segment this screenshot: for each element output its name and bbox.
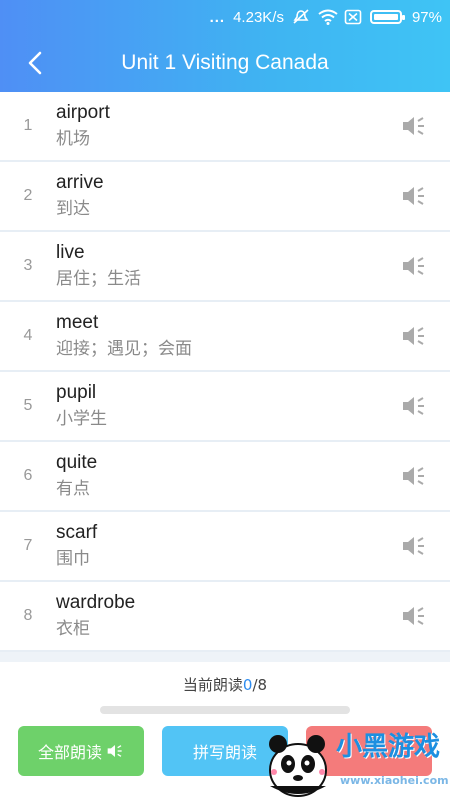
speaker-icon [403, 537, 424, 555]
word-chinese: 小学生 [56, 409, 107, 429]
word-index: 7 [23, 537, 33, 554]
word-english: arrive [56, 172, 104, 193]
speaker-button[interactable] [386, 456, 442, 496]
mute-icon [292, 9, 310, 25]
word-row[interactable]: 3 live 居住；生活 [0, 232, 450, 302]
read-all-button[interactable]: 全部朗读 [18, 726, 144, 776]
word-text: arrive 到达 [56, 170, 386, 222]
word-text: airport 机场 [56, 100, 386, 152]
word-index: 5 [23, 397, 33, 414]
wifi-icon [318, 9, 338, 25]
chevron-left-icon [28, 51, 42, 75]
speaker-icon [403, 607, 424, 625]
network-speed: 4.23K/s [233, 8, 284, 26]
word-text: wardrobe 衣柜 [56, 590, 386, 642]
word-index: 4 [23, 327, 33, 344]
page-title: Unit 1 Visiting Canada [121, 51, 329, 74]
speaker-icon [403, 257, 424, 275]
spell-read-label: 拼写朗读 [192, 743, 257, 762]
battery-icon [369, 10, 405, 24]
word-index: 8 [23, 607, 33, 624]
reading-progress-text: 当前朗读0/8 [0, 674, 450, 695]
word-english: wardrobe [56, 592, 136, 613]
back-button[interactable] [18, 46, 52, 80]
word-row[interactable]: 4 meet 迎接；遇见；会面 [0, 302, 450, 372]
word-text: live 居住；生活 [56, 240, 386, 292]
footer: 当前朗读0/8 全部朗读 拼写朗读 小黑游戏 www.xiaohei.com [0, 662, 450, 800]
word-row[interactable]: 6 quite 有点 [0, 442, 450, 512]
status-bar: ... 4.23K/s 97% [0, 0, 450, 34]
speaker-icon [107, 745, 122, 757]
word-index: 6 [23, 467, 33, 484]
speaker-icon [403, 187, 424, 205]
speaker-icon [403, 397, 424, 415]
nav-bar: Unit 1 Visiting Canada [0, 34, 450, 92]
watermark-brand: 小黑游戏 [336, 732, 441, 762]
progress-total: 8 [257, 676, 268, 694]
speaker-button[interactable] [386, 176, 442, 216]
watermark-url: www.xiaohei.com [340, 774, 449, 787]
word-english: scarf [56, 522, 98, 543]
speaker-icon [403, 327, 424, 345]
sim-disabled-icon [344, 9, 362, 25]
word-text: quite 有点 [56, 450, 386, 502]
word-chinese: 衣柜 [56, 619, 90, 639]
word-english: quite [56, 452, 98, 473]
read-all-label: 全部朗读 [37, 743, 102, 762]
battery-percent: 97% [411, 8, 442, 26]
speaker-button[interactable] [386, 246, 442, 286]
progress-prefix: 当前朗读 [182, 676, 243, 694]
word-english: meet [56, 312, 99, 333]
word-row[interactable]: 2 arrive 到达 [0, 162, 450, 232]
word-chinese: 有点 [56, 479, 90, 499]
word-list: 1 airport 机场 2 arrive 到达 3 live 居住；生活 4 … [0, 92, 450, 652]
word-index: 3 [23, 257, 33, 274]
speaker-button[interactable] [386, 386, 442, 426]
word-english: pupil [56, 382, 97, 403]
word-text: scarf 围巾 [56, 520, 386, 572]
word-chinese: 到达 [56, 199, 90, 219]
word-english: airport [56, 102, 110, 123]
word-chinese: 围巾 [56, 549, 90, 569]
progress-bar [100, 706, 350, 714]
word-chinese: 机场 [56, 129, 90, 149]
word-english: live [56, 242, 85, 263]
app-header: ... 4.23K/s 97% Unit 1 Visiting Canada [0, 0, 450, 92]
word-text: meet 迎接；遇见；会面 [56, 310, 386, 362]
word-text: pupil 小学生 [56, 380, 386, 432]
watermark-logo: 小黑游戏 www.xiaohei.com [256, 720, 449, 798]
word-index: 2 [23, 187, 33, 204]
speaker-button[interactable] [386, 596, 442, 636]
word-row[interactable]: 8 wardrobe 衣柜 [0, 582, 450, 652]
speaker-icon [403, 467, 424, 485]
word-chinese: 迎接；遇见；会面 [56, 339, 192, 359]
word-row[interactable]: 1 airport 机场 [0, 92, 450, 162]
notification-dots: ... [209, 8, 226, 26]
word-row[interactable]: 5 pupil 小学生 [0, 372, 450, 442]
word-chinese: 居住；生活 [56, 269, 141, 289]
word-index: 1 [23, 117, 33, 134]
word-row[interactable]: 7 scarf 围巾 [0, 512, 450, 582]
speaker-icon [403, 117, 424, 135]
speaker-button[interactable] [386, 106, 442, 146]
speaker-button[interactable] [386, 316, 442, 356]
speaker-button[interactable] [386, 526, 442, 566]
